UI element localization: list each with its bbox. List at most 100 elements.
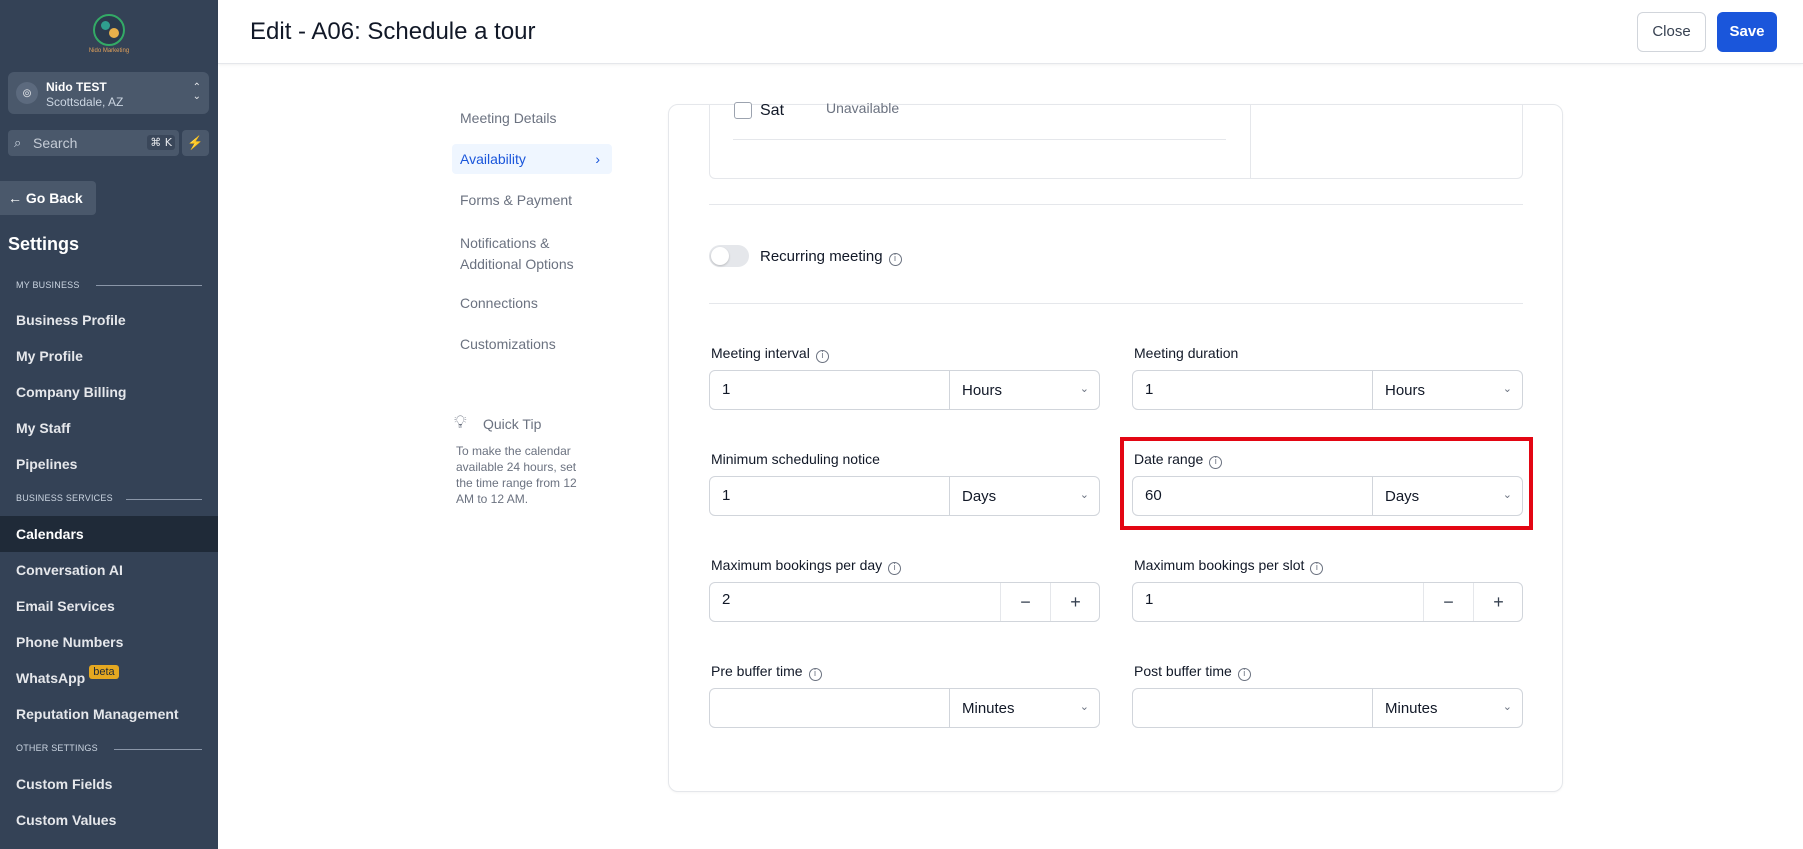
tab-connections[interactable]: Connections: [452, 295, 612, 311]
close-button[interactable]: Close: [1637, 12, 1706, 52]
meeting-duration-unit-select[interactable]: Hours ⌄: [1372, 371, 1522, 409]
sidebar-item-conversation-ai[interactable]: Conversation AI: [0, 552, 218, 588]
meeting-interval-input[interactable]: 1: [722, 381, 730, 398]
pre-buffer-unit-select[interactable]: Minutes ⌄: [949, 689, 1099, 727]
sidebar-item-custom-fields[interactable]: Custom Fields: [0, 766, 218, 802]
availability-divider: [1250, 104, 1251, 179]
sidebar-item-phone-numbers[interactable]: Phone Numbers: [0, 624, 218, 660]
post-buffer-label: Post buffer time i: [1134, 663, 1251, 681]
pre-buffer-field: Minutes ⌄: [709, 688, 1100, 728]
recurring-meeting-text: Recurring meeting: [760, 248, 883, 265]
chevron-right-icon: ›: [595, 151, 600, 167]
search-placeholder: Search: [33, 135, 78, 151]
min-notice-label: Minimum scheduling notice: [711, 451, 880, 467]
save-button[interactable]: Save: [1717, 12, 1777, 52]
info-icon[interactable]: i: [815, 350, 829, 363]
search-shortcut: ⌘ K: [147, 135, 175, 150]
field-label-text: Maximum bookings per slot: [1134, 557, 1305, 573]
recurring-meeting-label: Recurring meeting i: [760, 248, 902, 266]
info-icon[interactable]: i: [1310, 562, 1324, 575]
sidebar-item-my-staff[interactable]: My Staff: [0, 410, 218, 446]
sat-checkbox[interactable]: [734, 102, 752, 119]
sidebar-item-calendars[interactable]: Calendars: [0, 516, 218, 552]
max-per-day-input[interactable]: 2: [722, 591, 730, 608]
sidebar-item-label: WhatsApp: [16, 670, 86, 686]
meeting-interval-field: 1 Hours ⌄: [709, 370, 1100, 410]
max-per-day-label: Maximum bookings per day i: [711, 557, 902, 575]
tab-availability[interactable]: Availability ›: [452, 144, 612, 174]
chevron-down-icon: ⌄: [1502, 383, 1512, 395]
sidebar-item-company-billing[interactable]: Company Billing: [0, 374, 218, 410]
tab-customizations[interactable]: Customizations: [452, 336, 612, 352]
field-label-text: Maximum bookings per day: [711, 557, 883, 573]
page-title: Edit - A06: Schedule a tour: [250, 18, 536, 45]
max-per-slot-field: 1 − +: [1132, 582, 1523, 622]
settings-title: Settings: [8, 234, 80, 254]
sidebar-item-business-profile[interactable]: Business Profile: [0, 302, 218, 338]
day-divider: [733, 139, 1226, 140]
sidebar-item-reputation-management[interactable]: Reputation Management: [0, 696, 218, 732]
decrement-button[interactable]: −: [1423, 583, 1473, 621]
info-icon[interactable]: i: [808, 668, 822, 681]
info-icon[interactable]: i: [888, 562, 902, 575]
meeting-duration-label: Meeting duration: [1134, 345, 1238, 361]
tab-notifications[interactable]: Notifications & Additional Options: [452, 233, 612, 275]
search-icon: ⌕: [14, 135, 22, 150]
chevron-down-icon: ⌄: [1079, 489, 1089, 501]
min-notice-unit-select[interactable]: Days ⌄: [949, 477, 1099, 515]
chevron-updown-icon: ⌃ ⌄: [192, 82, 201, 102]
select-value: Hours: [1385, 382, 1426, 399]
sidebar-item-email-services[interactable]: Email Services: [0, 588, 218, 624]
tab-forms-payment[interactable]: Forms & Payment: [452, 192, 612, 208]
arrow-left-icon: ←: [8, 190, 22, 206]
min-notice-field: 1 Days ⌄: [709, 476, 1100, 516]
tab-meeting-details[interactable]: Meeting Details: [452, 110, 612, 126]
increment-button[interactable]: +: [1050, 583, 1100, 621]
sidebar: Nido Marketing ⊚ Nido TEST Scottsdale, A…: [0, 0, 218, 849]
sidebar-item-whatsapp[interactable]: WhatsApp beta: [0, 660, 218, 696]
sidebar-item-custom-values[interactable]: Custom Values: [0, 802, 218, 838]
sidebar-item-pipelines[interactable]: Pipelines: [0, 446, 218, 482]
section-other-settings: OTHER SETTINGS: [16, 743, 98, 753]
account-switcher[interactable]: ⊚ Nido TEST Scottsdale, AZ ⌃ ⌄: [8, 72, 209, 114]
location-icon: ⊚: [16, 82, 38, 104]
post-buffer-field: Minutes ⌄: [1132, 688, 1523, 728]
decrement-button[interactable]: −: [1000, 583, 1050, 621]
select-value: Minutes: [1385, 700, 1438, 717]
select-value: Hours: [962, 382, 1003, 399]
meeting-duration-input[interactable]: 1: [1145, 381, 1153, 398]
lightbulb-icon: 💡︎: [454, 412, 467, 432]
max-per-slot-input[interactable]: 1: [1145, 591, 1153, 608]
field-label-text: Meeting duration: [1134, 345, 1239, 361]
toggle-knob: [711, 247, 729, 265]
quick-action-bolt-icon[interactable]: ⚡: [182, 130, 209, 156]
field-label-text: Pre buffer time: [711, 663, 803, 679]
meeting-interval-unit-select[interactable]: Hours ⌄: [949, 371, 1099, 409]
section-divider: [114, 749, 202, 750]
quick-tip-title: Quick Tip: [483, 416, 542, 432]
logo-mark-icon: [93, 14, 125, 46]
section-divider: [709, 303, 1523, 304]
go-back-button[interactable]: ← Go Back: [0, 181, 96, 215]
pre-buffer-label: Pre buffer time i: [711, 663, 822, 681]
increment-button[interactable]: +: [1473, 583, 1523, 621]
quick-tip-text: To make the calendar available 24 hours,…: [456, 444, 577, 506]
meeting-interval-label: Meeting interval i: [711, 345, 829, 363]
page-header: Edit - A06: Schedule a tour Close Save: [218, 0, 1803, 64]
search-input[interactable]: ⌕ Search ⌘ K: [8, 130, 179, 156]
day-label-sat: Sat: [760, 102, 785, 119]
sidebar-item-my-profile[interactable]: My Profile: [0, 338, 218, 374]
section-divider: [709, 204, 1523, 205]
go-back-label: Go Back: [25, 190, 83, 206]
info-icon[interactable]: i: [1237, 668, 1251, 681]
section-business-services: BUSINESS SERVICES: [16, 493, 113, 503]
min-notice-input[interactable]: 1: [722, 487, 730, 504]
chevron-down-icon: ⌄: [1079, 383, 1089, 395]
info-icon[interactable]: i: [888, 253, 902, 266]
field-label-text: Post buffer time: [1134, 663, 1232, 679]
day-status-sat: Unavailable: [826, 100, 900, 116]
company-logo[interactable]: Nido Marketing: [78, 14, 140, 60]
recurring-meeting-toggle[interactable]: [709, 245, 749, 267]
max-per-day-field: 2 − +: [709, 582, 1100, 622]
post-buffer-unit-select[interactable]: Minutes ⌄: [1372, 689, 1522, 727]
